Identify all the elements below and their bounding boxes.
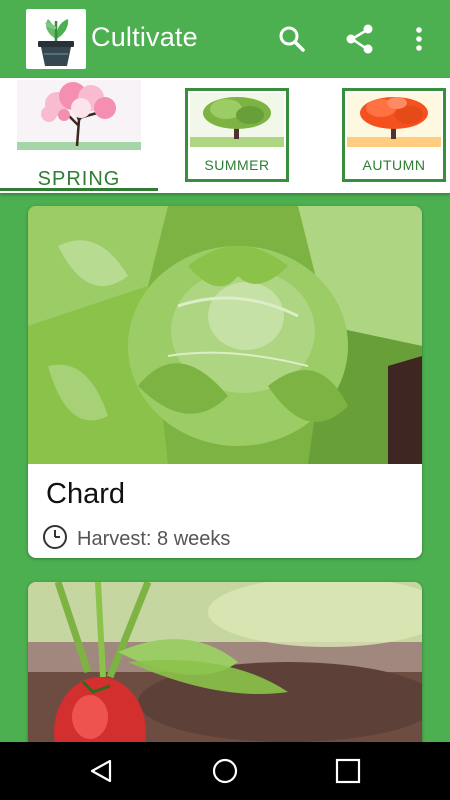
- season-tabs: SPRING SUMMER AUTUMN: [0, 78, 450, 193]
- harvest-time: Harvest: 8 weeks: [77, 528, 231, 550]
- home-icon[interactable]: [210, 756, 240, 786]
- system-nav-bar: [0, 742, 450, 800]
- share-icon[interactable]: [343, 22, 377, 56]
- plant-card[interactable]: Chard Harvest: 8 weeks: [28, 206, 422, 558]
- app-bar: Cultivate: [0, 0, 450, 78]
- green-tree-icon: [190, 93, 284, 147]
- tab-label-summer: SUMMER: [204, 157, 270, 173]
- tab-label-autumn: AUTUMN: [362, 157, 426, 173]
- tab-spring[interactable]: SPRING: [0, 78, 158, 193]
- harvest-info: Harvest: 8 weeks: [42, 524, 230, 555]
- clock-icon: [42, 524, 68, 555]
- chard-leaves-photo: [28, 206, 422, 464]
- selected-tab-indicator: [0, 188, 158, 191]
- blossom-tree-icon: [17, 80, 141, 150]
- search-icon[interactable]: [275, 22, 309, 56]
- app-title: Cultivate: [91, 22, 198, 52]
- tab-autumn[interactable]: AUTUMN: [342, 88, 446, 182]
- plant-pot-logo-icon: [26, 9, 86, 69]
- plant-name: Chard: [46, 478, 125, 510]
- tab-summer[interactable]: SUMMER: [185, 88, 289, 182]
- orange-tree-icon: [347, 93, 441, 147]
- back-icon[interactable]: [86, 756, 116, 786]
- recents-icon[interactable]: [333, 756, 363, 786]
- more-vert-icon[interactable]: [402, 22, 436, 56]
